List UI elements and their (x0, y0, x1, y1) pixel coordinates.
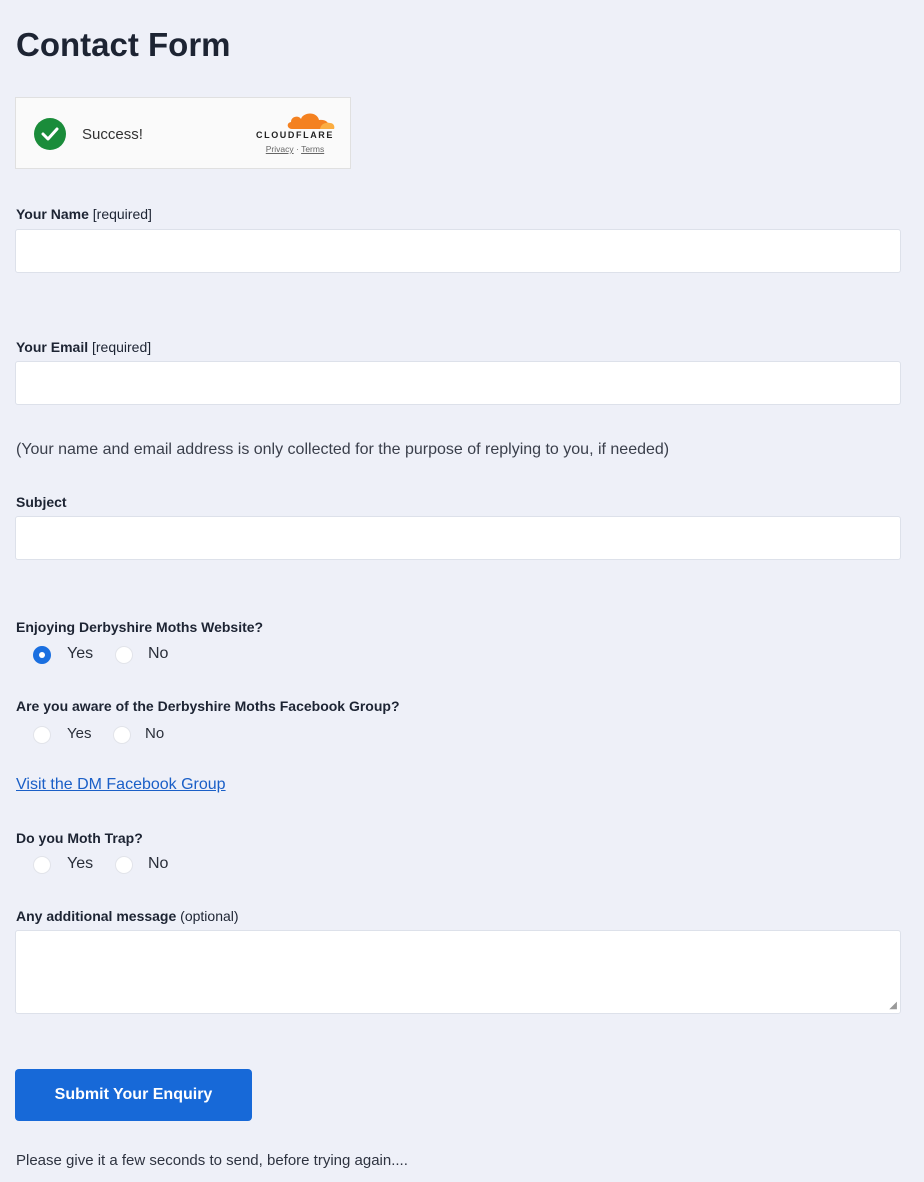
trap-no-radio[interactable] (115, 856, 133, 874)
enjoying-question-label: Enjoying Derbyshire Moths Website? (16, 619, 264, 635)
facebook-no-label[interactable]: No (145, 725, 164, 742)
facebook-yes-radio[interactable] (33, 726, 51, 744)
privacy-note: (Your name and email address is only col… (16, 441, 670, 458)
cloudflare-cloud-icon (287, 113, 335, 129)
privacy-link[interactable]: Privacy (266, 144, 294, 154)
name-label: Your Name [required] (16, 206, 152, 222)
trap-no-label[interactable]: No (148, 855, 168, 873)
success-check-icon (34, 118, 66, 150)
terms-link[interactable]: Terms (301, 144, 324, 154)
enjoying-yes-radio[interactable] (33, 646, 51, 664)
facebook-group-link[interactable]: Visit the DM Facebook Group (16, 776, 226, 794)
subject-label: Subject (16, 494, 67, 510)
submit-button[interactable]: Submit Your Enquiry (15, 1069, 252, 1121)
send-delay-note: Please give it a few seconds to send, be… (16, 1152, 408, 1169)
email-field[interactable] (15, 361, 901, 405)
turnstile-status: Success! (82, 126, 143, 143)
contact-form-page: Contact Form Success! CLOUDFLARE Privacy… (0, 0, 924, 1182)
facebook-question-label: Are you aware of the Derbyshire Moths Fa… (16, 698, 400, 714)
message-label: Any additional message (optional) (16, 908, 239, 924)
trap-yes-label[interactable]: Yes (67, 855, 93, 873)
name-field[interactable] (15, 229, 901, 273)
enjoying-no-label[interactable]: No (148, 645, 168, 663)
turnstile-links: Privacy · Terms (250, 144, 340, 154)
cloudflare-wordmark: CLOUDFLARE (256, 130, 334, 140)
required-suffix: [required] (91, 339, 152, 355)
link-separator: · (296, 144, 299, 154)
enjoying-yes-label[interactable]: Yes (67, 645, 93, 663)
cloudflare-turnstile-widget[interactable]: Success! CLOUDFLARE Privacy · Terms (15, 97, 351, 169)
resize-handle-icon[interactable]: ◢ (889, 1000, 897, 1011)
trap-question-label: Do you Moth Trap? (16, 830, 143, 846)
subject-field[interactable] (15, 516, 901, 560)
required-suffix: [required] (92, 206, 152, 222)
enjoying-no-radio[interactable] (115, 646, 133, 664)
facebook-no-radio[interactable] (113, 726, 131, 744)
trap-yes-radio[interactable] (33, 856, 51, 874)
facebook-yes-label[interactable]: Yes (67, 725, 91, 742)
email-label: Your Email [required] (16, 339, 152, 355)
cloudflare-logo: CLOUDFLARE Privacy · Terms (250, 110, 340, 158)
page-title: Contact Form (16, 26, 231, 63)
message-textarea[interactable]: ◢ (15, 930, 901, 1014)
optional-suffix: (optional) (180, 908, 239, 924)
